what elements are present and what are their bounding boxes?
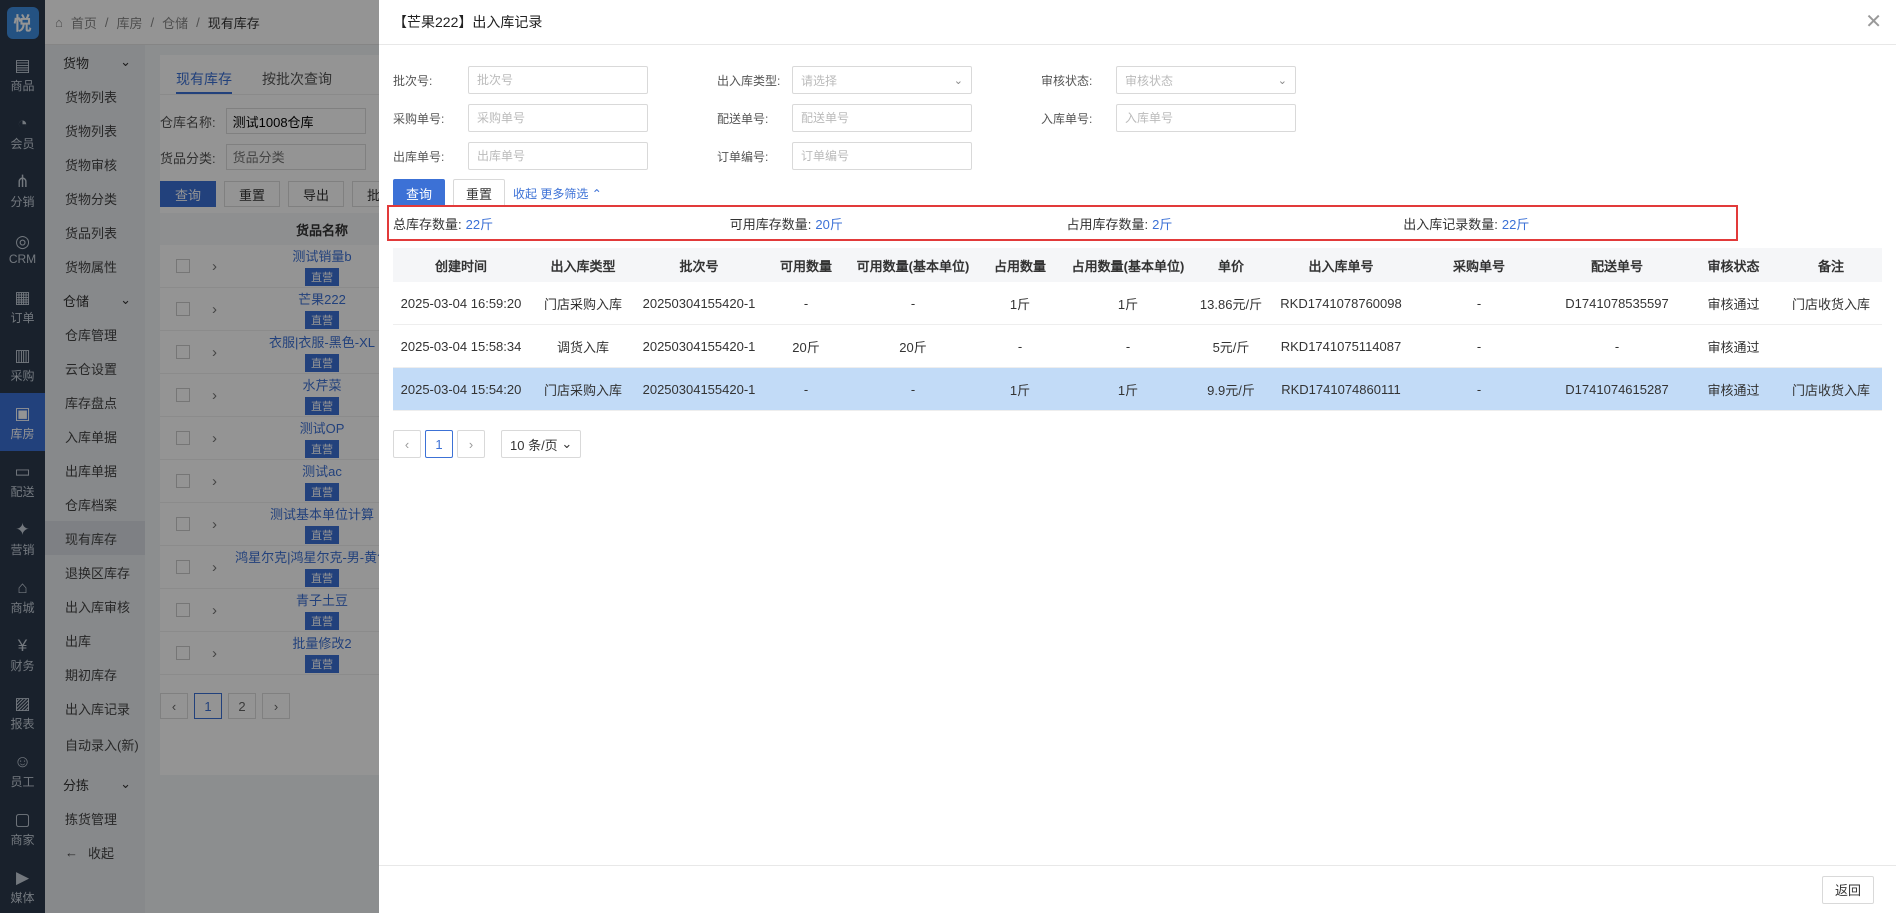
column-header: 占用数量(基本单位) (1071, 258, 1185, 274)
table-cell: 1斤 (1117, 382, 1139, 398)
close-icon[interactable]: ✕ (1865, 12, 1882, 32)
column-header: 审核状态 (1707, 258, 1760, 274)
drawer-mask[interactable] (0, 0, 379, 913)
table-cell: 20250304155420-1 (642, 381, 756, 397)
table-cell: RKD1741078760098 (1280, 295, 1402, 311)
table-cell: - (910, 381, 916, 397)
table-cell: 20斤 (792, 339, 820, 355)
table-cell: - (1476, 381, 1482, 397)
table-cell: 5元/斤 (1212, 339, 1250, 355)
table-cell: 2025-03-04 16:59:20 (400, 295, 522, 311)
chevron-down-icon: ⌄ (953, 74, 963, 87)
stock-summary: 总库存数量: 22斤 可用库存数量: 20斤 占用库存数量: 2斤 出入库记录数量: 2… (387, 205, 1738, 241)
record-count-value: 22斤 (1501, 216, 1530, 232)
chevron-down-icon: ⌄ (1277, 74, 1287, 87)
chevron-up-icon: ⌃ (591, 186, 602, 201)
query-button[interactable]: 查询 (393, 179, 446, 207)
table-cell: 门店采购入库 (543, 296, 622, 312)
column-header: 批次号 (679, 258, 719, 274)
column-header: 备注 (1817, 258, 1844, 274)
occupied-stock-value: 2斤 (1152, 216, 1173, 232)
page-size-select[interactable]: 10 条/页 ⌄ (501, 430, 582, 458)
table-row[interactable]: 2025-03-04 15:54:20 门店采购入库 20250304155420-… (393, 368, 1882, 411)
table-cell: 审核通过 (1707, 296, 1760, 312)
column-header: 采购单号 (1452, 258, 1505, 274)
total-stock-value: 22斤 (465, 216, 494, 232)
table-cell: 门店采购入库 (543, 382, 622, 398)
table-cell: - (803, 381, 809, 397)
table-cell: - (1476, 295, 1482, 311)
delivery-input[interactable] (792, 104, 972, 132)
table-cell: 20斤 (899, 339, 927, 355)
table-cell: - (1476, 338, 1482, 354)
collapse-filters-link[interactable]: 收起 更多筛选 ⌃ (513, 185, 602, 202)
pagination: ‹ 1 › 10 条/页 ⌄ (393, 430, 582, 458)
column-header: 单价 (1217, 258, 1244, 274)
records-table: 创建时间 出入库类型 批次号 可用数量 可用数量(基本单位) 占用数量 占用数量(基本单位)… (393, 248, 1882, 411)
purchase-input[interactable] (468, 104, 648, 132)
table-cell: - (1017, 338, 1023, 354)
table-cell: 20250304155420-1 (642, 338, 756, 354)
return-button[interactable]: 返回 (1821, 875, 1874, 904)
table-cell: - (910, 295, 916, 311)
table-cell: 13.86元/斤 (1199, 296, 1263, 312)
table-row[interactable]: 2025-03-04 16:59:20 门店采购入库 20250304155420-… (393, 282, 1882, 325)
column-header: 出入库单号 (1308, 258, 1374, 274)
table-cell: 1斤 (1009, 296, 1031, 312)
table-cell: 9.9元/斤 (1207, 382, 1255, 398)
table-cell: 2025-03-04 15:58:34 (400, 338, 522, 354)
column-header: 可用数量(基本单位) (856, 258, 970, 274)
table-cell: 1斤 (1009, 382, 1031, 398)
table-cell: - (1125, 338, 1131, 354)
table-cell: 审核通过 (1707, 382, 1760, 398)
record-drawer: 【芒果222】出入库记录 ✕ 批次号: 出入库类型:请选择⌄ 审核状态:审核状态… (379, 0, 1896, 913)
next-page-button[interactable]: › (457, 430, 485, 458)
column-header: 出入库类型 (550, 258, 616, 274)
table-cell: 2025-03-04 15:54:20 (400, 381, 522, 397)
order-input[interactable] (792, 142, 972, 170)
column-header: 创建时间 (434, 258, 487, 274)
column-header: 配送单号 (1590, 258, 1643, 274)
audit-select[interactable]: 审核状态 ⌄ (1116, 66, 1296, 94)
column-header: 占用数量 (993, 258, 1046, 274)
outbound-input[interactable] (468, 142, 648, 170)
table-cell: 调货入库 (556, 339, 609, 355)
table-cell: 20250304155420-1 (642, 295, 756, 311)
type-select[interactable]: 请选择 ⌄ (792, 66, 972, 94)
table-cell: D1741078535597 (1565, 295, 1669, 311)
available-stock-value: 20斤 (815, 216, 843, 232)
chevron-down-icon: ⌄ (561, 436, 573, 451)
drawer-title: 【芒果222】出入库记录 (393, 14, 543, 30)
table-cell: 1斤 (1117, 296, 1139, 312)
table-cell: 门店收货入库 (1791, 382, 1870, 398)
table-cell: D1741074615287 (1565, 381, 1669, 397)
table-cell: RKD1741074860111 (1281, 381, 1401, 397)
column-header: 可用数量 (779, 258, 832, 274)
inbound-input[interactable] (1116, 104, 1296, 132)
filter-form: 批次号: 出入库类型:请选择⌄ 审核状态:审核状态⌄ 采购单号: 配送单号: 入… (379, 45, 1896, 175)
table-cell: RKD1741075114087 (1280, 338, 1402, 354)
prev-page-button[interactable]: ‹ (393, 430, 421, 458)
table-row[interactable]: 2025-03-04 15:58:34 调货入库 20250304155420-1 2… (393, 325, 1882, 368)
table-cell: 审核通过 (1707, 339, 1760, 355)
table-cell: - (803, 295, 809, 311)
table-cell: - (1614, 338, 1620, 354)
table-cell: 门店收货入库 (1791, 296, 1870, 312)
page-1-button[interactable]: 1 (425, 430, 453, 458)
reset-button[interactable]: 重置 (453, 179, 506, 207)
batch-input[interactable] (468, 66, 648, 94)
